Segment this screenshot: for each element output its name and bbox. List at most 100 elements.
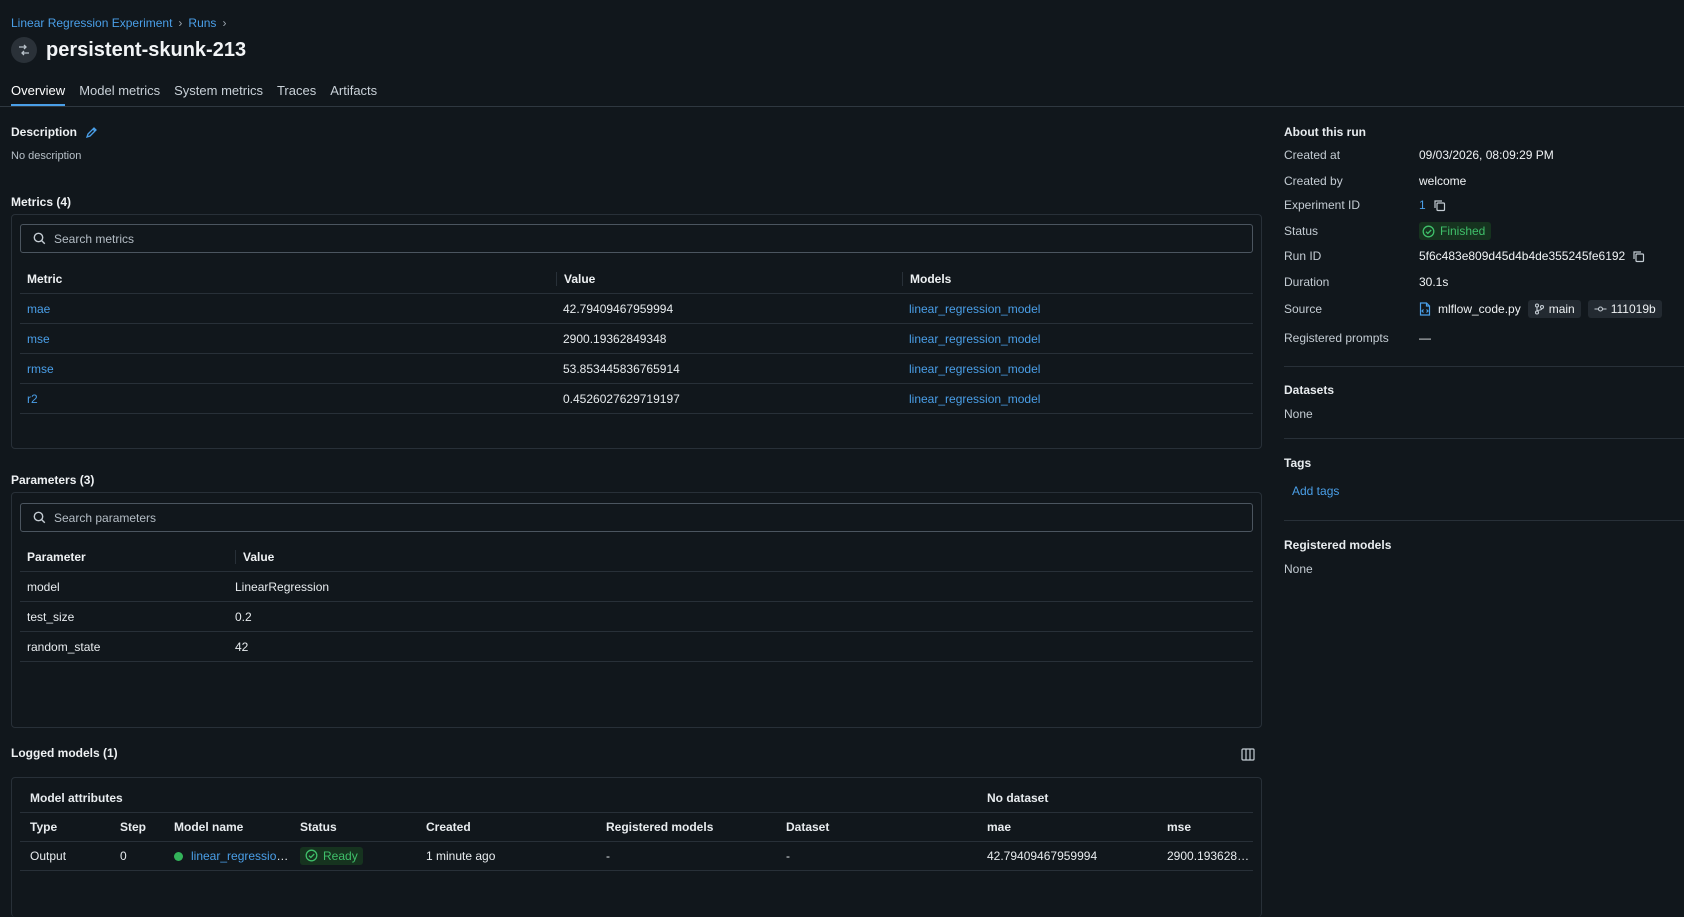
- about-title: About this run: [1284, 125, 1366, 139]
- description-section: Description: [11, 125, 98, 139]
- git-branch-icon: [1534, 303, 1545, 315]
- group-header-attributes: Model attributes: [30, 791, 123, 805]
- chevron-right-icon: ›: [178, 16, 183, 30]
- about-created-by: Created by welcome: [1284, 174, 1466, 188]
- parameter-name: test_size: [27, 609, 75, 624]
- metrics-search-input[interactable]: Search metrics: [20, 224, 1253, 253]
- column-header-models[interactable]: Models: [902, 271, 1253, 286]
- datasets-value: None: [1284, 407, 1313, 421]
- parameters-table: Parameter Value model LinearRegression t…: [20, 542, 1253, 662]
- check-circle-icon: [1422, 225, 1435, 238]
- table-header-row: Metric Value Models: [20, 264, 1253, 294]
- status-label: Status: [1284, 224, 1319, 238]
- column-header-model-name[interactable]: Model name: [164, 820, 290, 834]
- tab-artifacts[interactable]: Artifacts: [330, 83, 377, 106]
- column-header-registered-models[interactable]: Registered models: [596, 820, 776, 834]
- model-name-link[interactable]: linear_regression_r: [191, 849, 290, 863]
- check-circle-icon: [305, 849, 318, 862]
- about-run-panel: About this run Created at 09/03/2026, 08…: [1284, 118, 1684, 903]
- parameter-value: 0.2: [235, 609, 252, 624]
- about-run-id: Run ID 5f6c483e809d45d4b4de355245fe6192: [1284, 249, 1645, 263]
- metric-value: 2900.19362849348: [563, 331, 667, 346]
- table-header-row: Type Step Model name Status Created Regi…: [20, 813, 1253, 842]
- column-header-type[interactable]: Type: [20, 820, 110, 834]
- column-header-dataset[interactable]: Dataset: [776, 820, 977, 834]
- tags-title: Tags: [1284, 456, 1312, 470]
- created-by-link[interactable]: welcome: [1419, 174, 1466, 188]
- model-created: 1 minute ago: [426, 849, 496, 863]
- registered-prompts-label: Registered prompts: [1284, 331, 1389, 345]
- status-badge: Finished: [1419, 222, 1492, 240]
- breadcrumb-experiment-link[interactable]: Linear Regression Experiment: [11, 16, 172, 30]
- table-row: r2 0.4526027629719197 linear_regression_…: [20, 384, 1253, 414]
- column-header-value[interactable]: Value: [556, 271, 902, 286]
- column-header-metric[interactable]: Metric: [20, 272, 556, 286]
- group-header-dataset: No dataset: [987, 791, 1049, 805]
- column-header-mse[interactable]: mse: [1157, 820, 1253, 834]
- tab-bar: Overview Model metrics System metrics Tr…: [11, 83, 377, 106]
- model-link[interactable]: linear_regression_model: [902, 332, 1253, 346]
- about-created-at: Created at 09/03/2026, 08:09:29 PM: [1284, 148, 1554, 162]
- column-header-step[interactable]: Step: [110, 820, 164, 834]
- parameter-value: 42: [235, 639, 249, 654]
- column-header-status[interactable]: Status: [290, 820, 416, 834]
- status-badge: Ready: [300, 846, 363, 865]
- run-id-label: Run ID: [1284, 249, 1322, 263]
- table-row: Output 0 linear_regression_r Ready 1 min…: [20, 842, 1253, 871]
- commit-hash: 111019b: [1610, 302, 1656, 316]
- model-link[interactable]: linear_regression_model: [902, 392, 1253, 406]
- status-label: Ready: [323, 848, 358, 863]
- description-title: Description: [11, 125, 78, 139]
- about-registered-prompts: Registered prompts —: [1284, 331, 1431, 345]
- search-icon: [33, 511, 46, 524]
- column-header-created[interactable]: Created: [416, 820, 596, 834]
- metric-value: 0.4526027629719197: [563, 391, 680, 406]
- source-file[interactable]: mlflow_code.py: [1438, 302, 1521, 316]
- pencil-icon[interactable]: [85, 126, 98, 139]
- parameters-search-input[interactable]: Search parameters: [20, 503, 1253, 532]
- column-header-value[interactable]: Value: [235, 549, 1253, 564]
- copy-icon[interactable]: [1433, 199, 1446, 212]
- model-link[interactable]: linear_regression_model: [902, 302, 1253, 316]
- tab-traces[interactable]: Traces: [277, 83, 316, 106]
- column-header-parameter[interactable]: Parameter: [20, 550, 235, 564]
- model-status-cell: Ready: [290, 846, 416, 866]
- source-label: Source: [1284, 302, 1323, 316]
- parameters-title: Parameters (3): [11, 473, 95, 487]
- tab-system-metrics[interactable]: System metrics: [174, 83, 263, 106]
- run-id-value: 5f6c483e809d45d4b4de355245fe6192: [1419, 249, 1626, 263]
- copy-icon[interactable]: [1632, 250, 1645, 263]
- metrics-panel: Search metrics Metric Value Models mae 4…: [11, 214, 1262, 449]
- created-by-label: Created by: [1284, 174, 1343, 188]
- about-duration: Duration 30.1s: [1284, 275, 1448, 289]
- table-row: model LinearRegression: [20, 572, 1253, 602]
- created-at-value: 09/03/2026, 08:09:29 PM: [1419, 148, 1554, 162]
- tab-overview[interactable]: Overview: [11, 83, 66, 106]
- model-link[interactable]: linear_regression_model: [902, 362, 1253, 376]
- metric-link[interactable]: rmse: [20, 362, 556, 376]
- metric-link[interactable]: mae: [20, 302, 556, 316]
- branch-name: main: [1548, 302, 1575, 316]
- status-value: Finished: [1440, 224, 1486, 238]
- parameter-value: LinearRegression: [235, 579, 330, 594]
- logged-models-panel: Model attributes No dataset Type Step Mo…: [11, 777, 1262, 917]
- registered-models-value: None: [1284, 562, 1313, 576]
- column-header-mae[interactable]: mae: [977, 820, 1157, 834]
- tabs-divider: [0, 106, 1684, 107]
- model-mse: 2900.19362849348: [1167, 849, 1253, 863]
- page-title: persistent-skunk-213: [46, 38, 247, 61]
- add-tags-button[interactable]: Add tags: [1292, 484, 1339, 498]
- experiment-id-link[interactable]: 1: [1419, 198, 1426, 212]
- columns-icon[interactable]: [1241, 748, 1255, 761]
- metric-link[interactable]: mse: [20, 332, 556, 346]
- experiment-id-label: Experiment ID: [1284, 198, 1361, 212]
- table-row: mae 42.79409467959994 linear_regression_…: [20, 294, 1253, 324]
- model-type: Output: [30, 849, 67, 863]
- tab-model-metrics[interactable]: Model metrics: [79, 83, 160, 106]
- metric-value: 53.853445836765914: [563, 361, 680, 376]
- table-row: rmse 53.853445836765914 linear_regressio…: [20, 354, 1253, 384]
- commit-chip: 111019b: [1587, 300, 1662, 318]
- metric-link[interactable]: r2: [20, 392, 556, 406]
- metric-value: 42.79409467959994: [563, 301, 674, 316]
- breadcrumb-runs-link[interactable]: Runs: [188, 16, 216, 30]
